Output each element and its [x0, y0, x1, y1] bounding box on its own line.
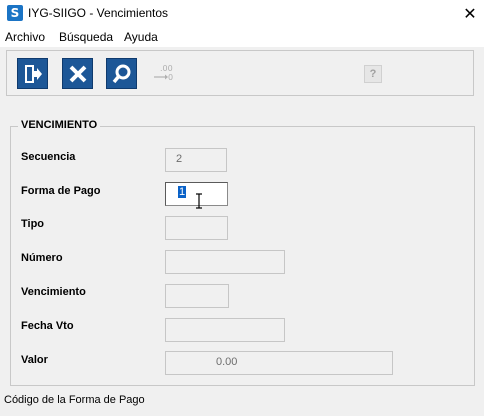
- menu-busqueda[interactable]: Búsqueda: [59, 30, 113, 44]
- tipo-field[interactable]: [165, 216, 228, 240]
- valor-field[interactable]: 0.00: [165, 351, 393, 375]
- fecha-vto-field[interactable]: [165, 318, 285, 342]
- decimals-icon: .00 0: [154, 64, 173, 82]
- text-cursor-icon: [196, 193, 202, 209]
- menu-ayuda[interactable]: Ayuda: [124, 30, 158, 44]
- numero-field[interactable]: [165, 250, 285, 274]
- vencimiento-field[interactable]: [165, 284, 229, 308]
- menu-archivo[interactable]: Archivo: [5, 30, 45, 44]
- secuencia-field[interactable]: 2: [165, 148, 227, 172]
- delete-button[interactable]: [62, 58, 93, 89]
- menu-bar: Archivo Búsqueda Ayuda: [0, 28, 484, 47]
- help-icon: ?: [369, 68, 377, 80]
- label-valor: Valor: [21, 354, 48, 366]
- exit-icon: [24, 64, 42, 83]
- exit-button[interactable]: [17, 58, 48, 89]
- label-vencimiento: Vencimiento: [21, 286, 86, 298]
- title-bar: S IYG-SIIGO - Vencimientos ✕: [0, 0, 484, 28]
- toolbar: .00 0 ?: [6, 50, 474, 96]
- forma-de-pago-value: 1: [178, 186, 187, 198]
- label-numero: Número: [21, 252, 63, 264]
- close-button[interactable]: ✕: [456, 0, 484, 28]
- decimals-label: .00: [160, 64, 173, 73]
- search-button[interactable]: [106, 58, 137, 89]
- label-secuencia: Secuencia: [21, 151, 76, 163]
- window-title: IYG-SIIGO - Vencimientos: [28, 6, 169, 20]
- status-text: Código de la Forma de Pago: [4, 394, 145, 406]
- help-button[interactable]: ?: [364, 65, 382, 83]
- svg-text:0: 0: [168, 73, 173, 82]
- delete-x-icon: [69, 65, 86, 82]
- label-forma-de-pago: Forma de Pago: [21, 185, 101, 197]
- close-icon: ✕: [463, 6, 477, 23]
- group-title: VENCIMIENTO: [18, 119, 101, 131]
- siigo-app-icon: S: [7, 5, 23, 21]
- label-tipo: Tipo: [21, 218, 45, 230]
- search-magnifier-icon: [112, 64, 130, 83]
- decimals-button[interactable]: .00 0: [150, 60, 178, 88]
- label-fecha-vto: Fecha Vto: [21, 320, 74, 332]
